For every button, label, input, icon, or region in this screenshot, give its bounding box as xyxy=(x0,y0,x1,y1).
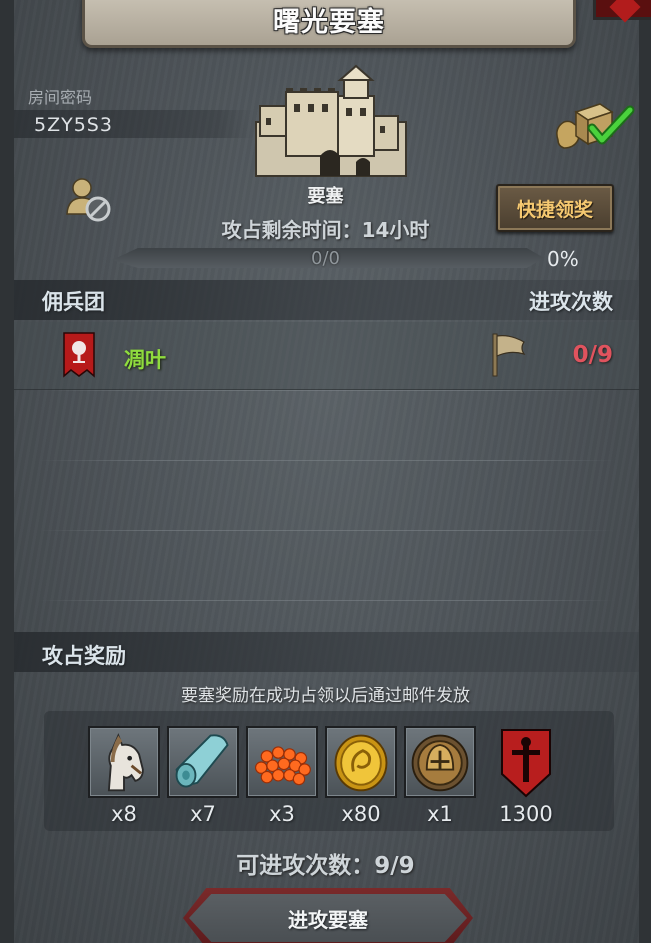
reward-qty: x80 xyxy=(341,802,381,826)
mercenary-attack-count: 0/9 xyxy=(572,342,613,368)
reward-item-horse[interactable] xyxy=(88,726,160,798)
attack-count-title: 进攻次数 xyxy=(529,290,613,314)
cloth-icon xyxy=(175,734,229,788)
remaining-time: 攻占剩余时间：14小时 xyxy=(221,218,430,242)
reward-qty: x8 xyxy=(111,802,137,826)
list-divider xyxy=(38,460,615,461)
list-divider xyxy=(38,600,615,601)
flag-icon xyxy=(492,333,526,377)
reward-section-title: 攻占奖励 xyxy=(42,644,126,668)
reward-rank-value: 1300 xyxy=(499,802,553,826)
attack-fortress-button[interactable]: 进攻要塞 xyxy=(189,894,467,942)
horse-icon xyxy=(107,733,144,792)
reward-qty: x7 xyxy=(190,802,216,826)
attack-remaining: 可进攻次数：9/9 xyxy=(236,853,415,879)
mercenary-section-title: 佣兵团 xyxy=(42,290,105,314)
title-banner: 曙光要塞 xyxy=(82,0,576,48)
reward-qty: x1 xyxy=(427,802,453,826)
list-divider xyxy=(38,530,615,531)
room-code-label: 房间密码 xyxy=(28,88,93,107)
page-title: 曙光要塞 xyxy=(273,7,385,38)
mercenary-row[interactable] xyxy=(14,322,639,390)
list-divider xyxy=(38,390,615,391)
reward-item-gold-coin[interactable] xyxy=(325,726,397,798)
capture-progress-percent: 0% xyxy=(547,247,579,271)
reward-item-cloth[interactable] xyxy=(167,726,239,798)
reward-item-helmet[interactable] xyxy=(404,726,476,798)
mercenary-name: 凋叶 xyxy=(124,348,166,372)
reward-note: 要塞奖励在成功占领以后通过邮件发放 xyxy=(181,686,470,706)
reward-qty: x3 xyxy=(269,802,295,826)
castle-icon xyxy=(255,64,407,177)
sword-banner-icon[interactable] xyxy=(500,728,552,798)
reward-item-berries[interactable] xyxy=(246,726,318,798)
helmet-icon xyxy=(411,734,469,792)
guild-banner-icon xyxy=(63,332,95,378)
room-code-value: 5ZY5S3 xyxy=(34,114,113,136)
supply-check-icon[interactable] xyxy=(552,100,636,152)
gold-coin-icon xyxy=(334,734,388,792)
berries-icon xyxy=(254,746,311,786)
close-icon[interactable] xyxy=(593,0,651,20)
